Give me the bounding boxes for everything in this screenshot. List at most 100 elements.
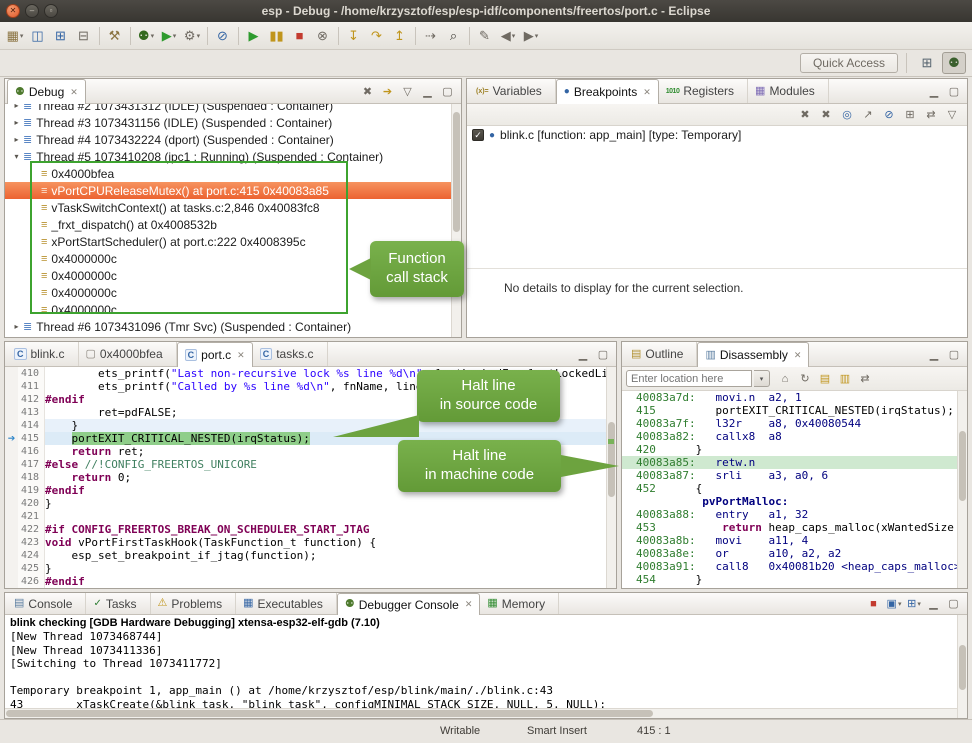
remove-breakpoint-icon[interactable]: ✖ xyxy=(796,106,814,124)
separator[interactable] xyxy=(469,27,470,45)
sync-with-active-context-icon[interactable]: ⇄ xyxy=(856,370,874,388)
disassembly-line[interactable]: 40083a8b: movi a11, 4 xyxy=(622,534,967,547)
open-perspective-icon[interactable]: ⊞ xyxy=(915,52,939,74)
instruction-pointer-icon[interactable] xyxy=(5,445,18,458)
debug-tree-row[interactable]: ▾ ≣ Thread #5 1073410208 (ipc1 : Running… xyxy=(5,148,461,165)
minimize-view-icon[interactable]: ▁ xyxy=(574,345,592,363)
step-return-icon[interactable]: ↥ xyxy=(389,25,411,47)
disassembly-line[interactable]: 40083a88: entry a1, 32 xyxy=(622,508,967,521)
new-wizard-icon[interactable]: ▦▾ xyxy=(4,25,26,47)
display-selected-console-icon[interactable]: ▣▾ xyxy=(885,595,903,613)
breakpoint-row[interactable]: ✓ ● blink.c [function: app_main] [type: … xyxy=(467,126,967,144)
tab-debugger-console[interactable]: ⚉ Debugger Console ✕ xyxy=(337,593,481,615)
code-line[interactable]: 425 } xyxy=(5,562,616,575)
step-over-icon[interactable]: ↷ xyxy=(366,25,388,47)
disassembly-line[interactable]: pvPortMalloc: xyxy=(622,495,967,508)
expand-arrow-icon[interactable]: ▸ xyxy=(11,104,22,110)
maximize-view-icon[interactable]: ▢ xyxy=(945,345,963,363)
debug-tree-row[interactable]: ≡ vPortCPUReleaseMutex() at port.c:415 0… xyxy=(5,182,461,199)
code-text[interactable]: #if CONFIG_FREERTOS_BREAK_ON_SCHEDULER_S… xyxy=(45,523,616,536)
instruction-pointer-icon[interactable] xyxy=(5,536,18,549)
view-menu-icon[interactable]: ▽ xyxy=(399,82,417,100)
save-all-icon[interactable]: ⊞ xyxy=(50,25,72,47)
close-icon[interactable]: ✕ xyxy=(794,350,802,361)
separator[interactable] xyxy=(99,27,100,45)
console-output[interactable]: blink checking [GDB Hardware Debugging] … xyxy=(5,615,967,718)
tab-variables[interactable]: (x)= Variables xyxy=(469,79,556,103)
disassembly-scrollbar[interactable] xyxy=(957,391,967,588)
tab-tasks-c[interactable]: C tasks.c xyxy=(253,342,328,366)
link-with-debug-icon[interactable]: ⇄ xyxy=(922,106,940,124)
instruction-pointer-icon[interactable] xyxy=(5,484,18,497)
code-line[interactable]: 423 void vPortFirstTaskHook(TaskFunction… xyxy=(5,536,616,549)
forward-icon[interactable]: ▶▾ xyxy=(520,25,542,47)
separator[interactable] xyxy=(130,27,131,45)
remove-all-breakpoints-icon[interactable]: ✖ xyxy=(817,106,835,124)
tab-blink-c[interactable]: C blink.c xyxy=(7,342,79,366)
code-text[interactable] xyxy=(45,510,616,523)
search-icon[interactable]: ⌕ xyxy=(443,25,465,47)
disassembly-line[interactable]: 454 } xyxy=(622,573,967,586)
open-console-icon[interactable]: ⊞▾ xyxy=(905,595,923,613)
debug-tree-row[interactable]: ▸ ≣ Thread #6 1073431096 (Tmr Svc) (Susp… xyxy=(5,318,461,335)
quick-access-button[interactable]: Quick Access xyxy=(800,53,898,73)
code-text[interactable]: void vPortFirstTaskHook(TaskFunction_t f… xyxy=(45,536,616,549)
code-line[interactable]: 420 } xyxy=(5,497,616,510)
skip-all-breakpoints-icon[interactable]: ⊘ xyxy=(212,25,234,47)
separator[interactable] xyxy=(207,27,208,45)
minimize-view-icon[interactable]: ▁ xyxy=(419,82,437,100)
minimize-view-icon[interactable]: ▁ xyxy=(925,595,943,613)
tab-executables[interactable]: ▦ Executables xyxy=(236,593,337,614)
debug-view-scrollbar[interactable] xyxy=(451,104,461,337)
tab-outline[interactable]: ▤ Outline xyxy=(624,342,697,366)
disassembly-line[interactable]: 40083a7d: movi.n a2, 1 xyxy=(622,391,967,404)
debug-perspective-icon[interactable]: ⚉ xyxy=(942,52,966,74)
close-icon[interactable]: ✕ xyxy=(643,87,651,98)
instruction-pointer-icon[interactable] xyxy=(5,471,18,484)
disassembly-line[interactable]: 453 return heap_caps_malloc(xWantedSize xyxy=(622,521,967,534)
disassembly-line[interactable]: 452 { xyxy=(622,482,967,495)
show-symbols-icon[interactable]: ▥ xyxy=(836,370,854,388)
window-maximize-button[interactable]: ▫ xyxy=(44,4,58,18)
maximize-view-icon[interactable]: ▢ xyxy=(594,345,612,363)
refresh-disassembly-icon[interactable]: ↻ xyxy=(796,370,814,388)
tab-modules[interactable]: ▦ Modules xyxy=(748,79,829,103)
show-supported-breakpoints-icon[interactable]: ◎ xyxy=(838,106,856,124)
remove-all-terminated-icon[interactable]: ✖ xyxy=(359,82,377,100)
expand-arrow-icon[interactable]: ▸ xyxy=(11,135,22,144)
instruction-pointer-icon[interactable] xyxy=(5,406,18,419)
tab-tasks[interactable]: ✓ Tasks xyxy=(86,593,150,614)
disassembly-line[interactable]: 40083a94: or a2, a10, a10 xyxy=(622,586,967,588)
expand-arrow-icon[interactable]: ▸ xyxy=(11,118,22,127)
separator[interactable] xyxy=(238,27,239,45)
tab-0x4000bfea[interactable]: ▢ 0x4000bfea xyxy=(79,342,177,366)
instruction-pointer-icon[interactable] xyxy=(5,458,18,471)
disconnect-icon[interactable]: ⊗ xyxy=(312,25,334,47)
skip-all-breakpoints-icon[interactable]: ⊘ xyxy=(880,106,898,124)
build-icon[interactable]: ⚒ xyxy=(104,25,126,47)
tab-debug[interactable]: ⚉ Debug ✕ xyxy=(7,79,86,104)
tab-console[interactable]: ▤ Console xyxy=(7,593,86,614)
editor-scrollbar[interactable] xyxy=(606,367,616,588)
back-icon[interactable]: ◀▾ xyxy=(497,25,519,47)
close-icon[interactable]: ✕ xyxy=(70,87,78,98)
terminate-icon[interactable]: ■ xyxy=(865,595,883,613)
debug-tree-row[interactable]: ▸ ≣ Thread #2 1073431312 (IDLE) (Suspend… xyxy=(5,104,461,114)
code-text[interactable]: #endif xyxy=(45,575,616,588)
go-to-pc-icon[interactable]: ⌂ xyxy=(776,370,794,388)
debug-tree-row[interactable]: ▸ ≣ Thread #4 1073432224 (dport) (Suspen… xyxy=(5,131,461,148)
tab-problems[interactable]: ⚠ Problems xyxy=(151,593,237,614)
tab-registers[interactable]: 1010 Registers xyxy=(659,79,748,103)
view-menu-icon[interactable]: ▽ xyxy=(943,106,961,124)
code-line[interactable]: 424 esp_set_breakpoint_if_jtag(function)… xyxy=(5,549,616,562)
window-minimize-button[interactable]: – xyxy=(25,4,39,18)
last-edit-location-icon[interactable]: ✎ xyxy=(474,25,496,47)
code-text[interactable]: } xyxy=(45,497,616,510)
maximize-view-icon[interactable]: ▢ xyxy=(945,595,963,613)
close-icon[interactable]: ✕ xyxy=(237,350,245,361)
instruction-pointer-icon[interactable] xyxy=(5,380,18,393)
disassembly-line[interactable]: 40083a85: retw.n xyxy=(622,456,967,469)
step-into-icon[interactable]: ↧ xyxy=(343,25,365,47)
instruction-pointer-icon[interactable] xyxy=(5,575,18,588)
separator[interactable] xyxy=(415,27,416,45)
